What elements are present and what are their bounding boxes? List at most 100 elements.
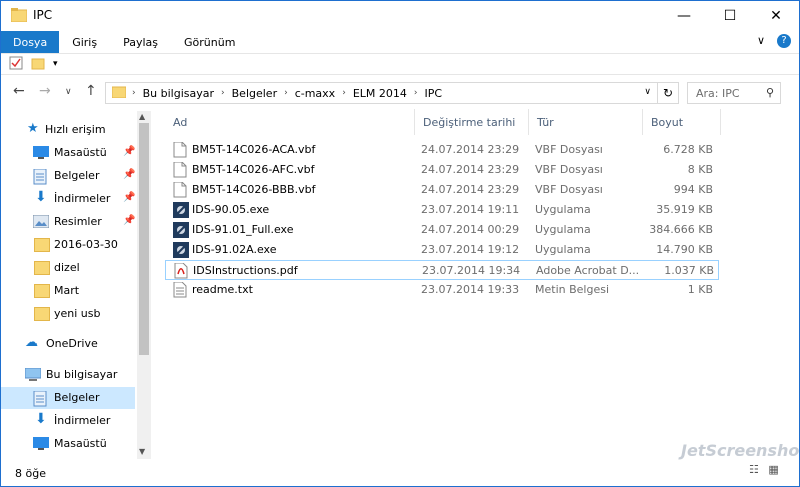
documents-icon (33, 168, 49, 185)
folder-icon (34, 261, 50, 275)
desktop-icon (33, 146, 49, 160)
sidebar-item-documents[interactable]: Belgeler 📌 (1, 165, 135, 187)
search-input[interactable]: Ara: IPC ⚲ (687, 82, 781, 104)
close-button[interactable]: ✕ (753, 1, 799, 31)
scroll-down-icon[interactable]: ▼ (139, 447, 145, 456)
sidebar-item-yeni-usb[interactable]: yeni usb (1, 303, 135, 325)
address-bar[interactable]: › Bu bilgisayar › Belgeler › c-maxx › EL… (105, 82, 658, 104)
file-date: 24.07.2014 23:29 (421, 143, 520, 156)
file-icon (173, 161, 187, 178)
new-folder-icon[interactable] (31, 56, 45, 73)
sidebar-item-downloads[interactable]: ⬇ İndirmeler 📌 (1, 188, 135, 210)
downloads-icon: ⬇ (35, 411, 47, 427)
tab-home[interactable]: Giriş (59, 31, 110, 53)
downloads-icon: ⬇ (35, 189, 47, 205)
back-icon[interactable]: ← (13, 83, 25, 99)
pin-icon[interactable]: 📌 (123, 169, 135, 180)
sidebar-item-pictures[interactable]: Resimler 📌 (1, 211, 135, 233)
address-dropdown-icon[interactable]: ∨ (644, 87, 651, 97)
refresh-icon[interactable]: ↻ (657, 82, 679, 104)
file-name: IDS-90.05.exe (192, 203, 270, 216)
file-name: BM5T-14C026-AFC.vbf (192, 163, 315, 176)
breadcrumb-documents[interactable]: Belgeler (225, 87, 284, 100)
sidebar-scrollbar[interactable]: ▲ ▼ (137, 111, 151, 459)
up-icon[interactable]: ↑ (85, 83, 97, 99)
forward-icon[interactable]: → (39, 83, 51, 99)
title-bar: IPC — ☐ ✕ (1, 1, 799, 31)
cloud-icon: ☁ (25, 335, 38, 350)
pin-icon[interactable]: 📌 (123, 192, 135, 203)
tab-file[interactable]: Dosya (1, 31, 60, 53)
file-size: 384.666 KB (649, 223, 713, 236)
ribbon-tabs: Dosya Giriş Paylaş Görünüm (1, 31, 799, 53)
file-date: 23.07.2014 19:11 (421, 203, 520, 216)
file-size: 1.037 KB (664, 264, 714, 277)
file-name: IDS-91.01_Full.exe (192, 223, 294, 236)
pin-icon[interactable]: 📌 (123, 146, 135, 157)
search-icon: ⚲ (765, 86, 774, 99)
sidebar-item-this-pc-downloads[interactable]: ⬇ İndirmeler (1, 410, 135, 432)
table-row[interactable]: readme.txt 23.07.2014 19:33 Metin Belges… (165, 280, 719, 300)
ribbon-expand-icon[interactable]: ∨ (757, 34, 765, 47)
exe-icon (173, 222, 189, 238)
file-name: IDSInstructions.pdf (193, 264, 298, 277)
star-icon: ★ (27, 121, 39, 136)
column-header-size[interactable]: Boyut (643, 109, 721, 135)
breadcrumb-ipc[interactable]: IPC (417, 87, 449, 100)
scrollbar-thumb[interactable] (139, 123, 149, 355)
file-date: 24.07.2014 23:29 (421, 163, 520, 176)
customize-toolbar-icon[interactable]: ▾ (53, 59, 58, 69)
recent-locations-icon[interactable]: ∨ (65, 87, 72, 97)
pin-icon[interactable]: 📌 (123, 215, 135, 226)
sidebar-item-this-pc-desktop[interactable]: Masaüstü (1, 433, 135, 455)
column-header-name[interactable]: Ad (165, 109, 415, 135)
exe-icon (173, 202, 189, 218)
navigation-pane: ★ Hızlı erişim Masaüstü 📌 Belgeler 📌 ⬇ İ… (1, 111, 151, 459)
column-header-type[interactable]: Tür (529, 109, 643, 135)
large-icons-view-icon[interactable]: ▦ (768, 463, 778, 476)
sidebar-item-mart[interactable]: Mart (1, 280, 135, 302)
breadcrumb-this-pc[interactable]: Bu bilgisayar (136, 87, 221, 100)
table-row[interactable]: IDS-90.05.exe 23.07.2014 19:11 Uygulama … (165, 200, 719, 220)
desktop-icon (33, 437, 49, 451)
sidebar-item-this-pc-documents[interactable]: Belgeler (1, 387, 135, 409)
file-size: 8 KB (687, 163, 713, 176)
table-row[interactable]: BM5T-14C026-AFC.vbf 24.07.2014 23:29 VBF… (165, 160, 719, 180)
column-header-date[interactable]: Değiştirme tarihi (415, 109, 529, 135)
folder-icon (10, 8, 28, 23)
breadcrumb-c-maxx[interactable]: c-maxx (288, 87, 343, 100)
file-list: Ad Değiştirme tarihi Tür Boyut BM5T-14C0… (161, 109, 799, 459)
file-size: 994 KB (673, 183, 713, 196)
table-row[interactable]: BM5T-14C026-BBB.vbf 24.07.2014 23:29 VBF… (165, 180, 719, 200)
file-name: readme.txt (192, 283, 253, 296)
table-row[interactable]: BM5T-14C026-ACA.vbf 24.07.2014 23:29 VBF… (165, 140, 719, 160)
minimize-button[interactable]: — (661, 1, 707, 31)
scroll-up-icon[interactable]: ▲ (139, 112, 145, 121)
details-view-icon[interactable]: ☷ (749, 463, 759, 476)
computer-icon (24, 367, 42, 382)
file-icon (173, 181, 187, 198)
breadcrumb-elm-2014[interactable]: ELM 2014 (346, 87, 414, 100)
table-row[interactable]: IDS-91.02A.exe 23.07.2014 19:12 Uygulama… (165, 240, 719, 260)
table-row[interactable]: IDSInstructions.pdf 23.07.2014 19:34 Ado… (165, 260, 719, 280)
tab-share[interactable]: Paylaş (110, 31, 171, 53)
item-count: 8 öğe (15, 466, 46, 480)
sidebar-item-dizel[interactable]: dizel (1, 257, 135, 279)
table-row[interactable]: IDS-91.01_Full.exe 24.07.2014 00:29 Uygu… (165, 220, 719, 240)
file-date: 24.07.2014 00:29 (421, 223, 520, 236)
help-icon[interactable]: ? (777, 34, 791, 48)
search-placeholder: Ara: IPC (696, 86, 740, 100)
exe-icon (173, 242, 189, 258)
file-name: IDS-91.02A.exe (192, 243, 277, 256)
sidebar-item-2016-03-30[interactable]: 2016-03-30 (1, 234, 135, 256)
file-name: BM5T-14C026-BBB.vbf (192, 183, 316, 196)
maximize-button[interactable]: ☐ (707, 1, 753, 31)
folder-icon (34, 238, 50, 252)
tab-view[interactable]: Görünüm (171, 31, 248, 53)
sidebar-item-desktop[interactable]: Masaüstü 📌 (1, 142, 135, 164)
properties-icon[interactable] (9, 56, 23, 73)
pdf-icon (174, 262, 188, 279)
sidebar-item-onedrive[interactable]: ☁ OneDrive (1, 333, 135, 355)
sidebar-item-quick-access[interactable]: ★ Hızlı erişim (1, 119, 135, 141)
sidebar-item-this-pc[interactable]: Bu bilgisayar (1, 364, 135, 386)
